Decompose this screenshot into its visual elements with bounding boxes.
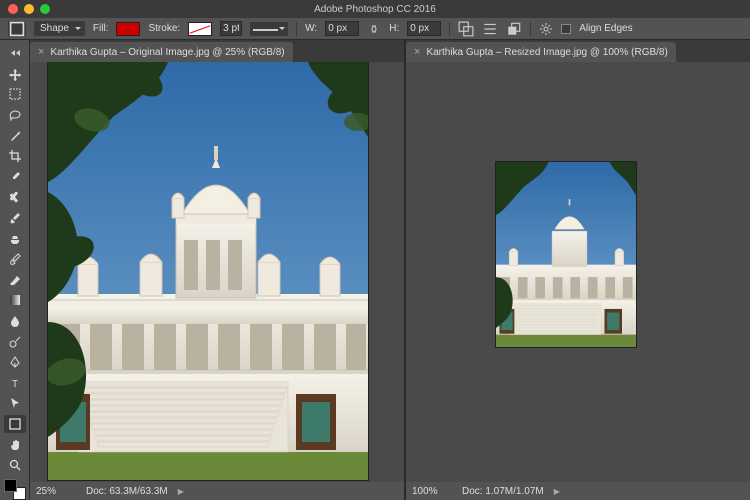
doc-size: Doc: 1.07M/1.07M bbox=[462, 486, 544, 497]
app-title: Adobe Photoshop CC 2016 bbox=[0, 4, 750, 15]
history-brush-tool[interactable] bbox=[4, 250, 26, 269]
move-tool[interactable] bbox=[4, 65, 26, 84]
height-label: H: bbox=[389, 23, 399, 34]
status-bar-left: 25% Doc: 63.3M/63.3M ▶ bbox=[30, 482, 404, 500]
svg-text:T: T bbox=[11, 379, 17, 390]
stroke-width-input[interactable] bbox=[220, 21, 242, 36]
link-dimensions-icon[interactable] bbox=[367, 22, 381, 36]
tab-label: Karthika Gupta – Resized Image.jpg @ 100… bbox=[426, 47, 667, 58]
height-input[interactable] bbox=[407, 21, 441, 36]
path-select-tool[interactable] bbox=[4, 394, 26, 413]
shape-tool-icon[interactable] bbox=[8, 21, 26, 37]
canvas-area-left[interactable] bbox=[30, 62, 404, 482]
magic-wand-tool[interactable] bbox=[4, 126, 26, 145]
zoom-level[interactable]: 100% bbox=[412, 486, 452, 497]
canvas-area-right[interactable] bbox=[406, 62, 750, 482]
spot-heal-tool[interactable] bbox=[4, 188, 26, 207]
foreground-background-swatch[interactable] bbox=[4, 479, 26, 499]
fill-swatch[interactable] bbox=[116, 22, 140, 36]
document-pane-left: × Karthika Gupta – Original Image.jpg @ … bbox=[30, 40, 406, 500]
path-align-icon[interactable] bbox=[482, 22, 498, 36]
eyedropper-tool[interactable] bbox=[4, 168, 26, 187]
status-menu-icon[interactable]: ▶ bbox=[178, 487, 184, 496]
hand-tool[interactable] bbox=[4, 435, 26, 454]
close-tab-icon[interactable]: × bbox=[38, 46, 44, 58]
tab-label: Karthika Gupta – Original Image.jpg @ 25… bbox=[50, 47, 284, 58]
stroke-style-dropdown[interactable] bbox=[250, 22, 288, 36]
document-tab-left[interactable]: × Karthika Gupta – Original Image.jpg @ … bbox=[30, 42, 293, 62]
gear-icon[interactable] bbox=[539, 22, 553, 36]
stroke-swatch[interactable] bbox=[188, 22, 212, 36]
stroke-label: Stroke: bbox=[148, 23, 180, 34]
doc-size: Doc: 63.3M/63.3M bbox=[86, 486, 168, 497]
close-tab-icon[interactable]: × bbox=[414, 46, 420, 58]
align-edges-checkbox[interactable] bbox=[561, 24, 571, 34]
tab-row-right: × Karthika Gupta – Resized Image.jpg @ 1… bbox=[406, 40, 750, 62]
fill-label: Fill: bbox=[93, 23, 109, 34]
eraser-tool[interactable] bbox=[4, 271, 26, 290]
tools-panel: T bbox=[0, 40, 30, 500]
clone-stamp-tool[interactable] bbox=[4, 229, 26, 248]
zoom-tool[interactable] bbox=[4, 456, 26, 475]
status-menu-icon[interactable]: ▶ bbox=[554, 487, 560, 496]
type-tool[interactable]: T bbox=[4, 374, 26, 393]
shape-mode-label: Shape bbox=[40, 23, 69, 34]
dodge-tool[interactable] bbox=[4, 332, 26, 351]
shape-mode-dropdown[interactable]: Shape bbox=[34, 21, 85, 36]
width-input[interactable] bbox=[325, 21, 359, 36]
window-titlebar: Adobe Photoshop CC 2016 bbox=[0, 0, 750, 18]
zoom-level[interactable]: 25% bbox=[36, 486, 76, 497]
width-label: W: bbox=[305, 23, 317, 34]
tab-row-left: × Karthika Gupta – Original Image.jpg @ … bbox=[30, 40, 404, 62]
path-operations-icon[interactable] bbox=[458, 22, 474, 36]
gradient-tool[interactable] bbox=[4, 291, 26, 310]
crop-tool[interactable] bbox=[4, 147, 26, 166]
marquee-tool[interactable] bbox=[4, 85, 26, 104]
shape-tool[interactable] bbox=[4, 415, 26, 434]
path-arrange-icon[interactable] bbox=[506, 22, 522, 36]
brush-tool[interactable] bbox=[4, 209, 26, 228]
align-edges-label: Align Edges bbox=[579, 23, 632, 34]
document-pane-right: × Karthika Gupta – Resized Image.jpg @ 1… bbox=[406, 40, 750, 500]
pen-tool[interactable] bbox=[4, 353, 26, 372]
options-bar: Shape Fill: Stroke: W: H: Align Edges bbox=[0, 18, 750, 40]
blur-tool[interactable] bbox=[4, 312, 26, 331]
expand-panel-icon[interactable] bbox=[4, 44, 26, 63]
document-tab-right[interactable]: × Karthika Gupta – Resized Image.jpg @ 1… bbox=[406, 42, 676, 62]
status-bar-right: 100% Doc: 1.07M/1.07M ▶ bbox=[406, 482, 750, 500]
lasso-tool[interactable] bbox=[4, 106, 26, 125]
